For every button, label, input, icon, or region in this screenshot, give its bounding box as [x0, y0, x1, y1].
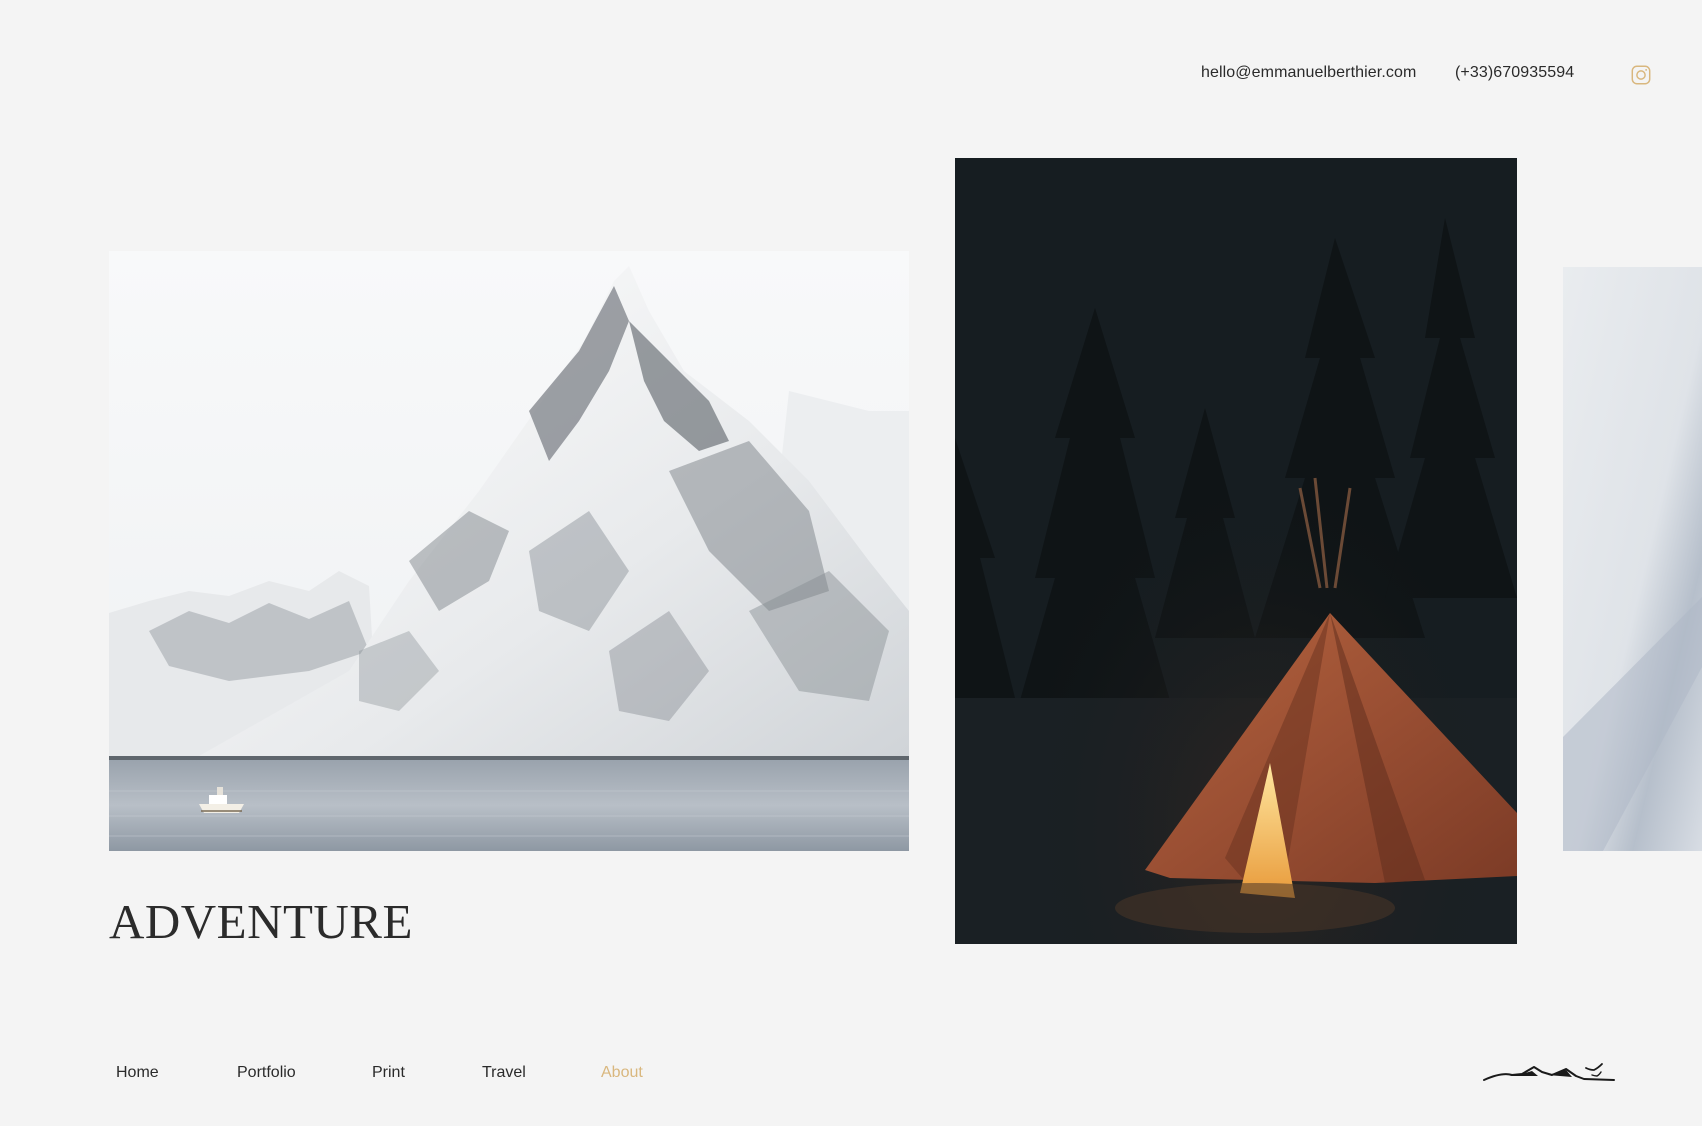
snow-texture-photo[interactable] — [1563, 267, 1702, 851]
nav-travel[interactable]: Travel — [482, 1064, 526, 1082]
email-link[interactable]: hello@emmanuelberthier.com — [1201, 64, 1416, 82]
page-title: ADVENTURE — [109, 894, 413, 949]
nav-home[interactable]: Home — [116, 1064, 159, 1082]
snowy-mountain-fjord-photo[interactable] — [109, 251, 909, 851]
nav-portfolio[interactable]: Portfolio — [237, 1064, 296, 1082]
instagram-icon[interactable] — [1630, 64, 1652, 86]
nav-print[interactable]: Print — [372, 1064, 405, 1082]
nav-about[interactable]: About — [601, 1064, 643, 1082]
phone-link[interactable]: (+33)670935594 — [1455, 64, 1574, 82]
glowing-tent-night-forest-photo[interactable] — [955, 158, 1517, 944]
mountain-birds-logo[interactable] — [1482, 1058, 1618, 1086]
